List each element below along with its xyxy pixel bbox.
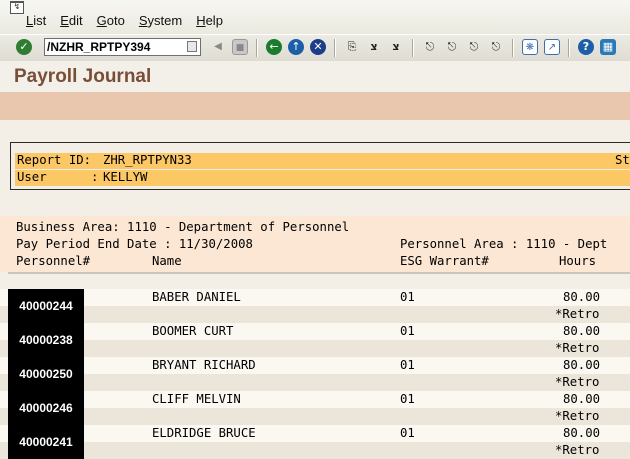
column-header-band: Business Area: 1110 - Department of Pers… <box>0 216 630 272</box>
hours-value: 80.00 <box>563 324 601 338</box>
menu-list[interactable]: List <box>26 13 46 28</box>
application-toolbar <box>0 92 630 120</box>
create-session-icon[interactable]: ❋ <box>522 39 538 55</box>
personnel-number[interactable]: 40000246 <box>8 391 84 425</box>
retro-note: *Retro <box>555 375 600 389</box>
row-line <box>0 306 630 323</box>
row-line <box>0 425 630 442</box>
employee-name: BRYANT RICHARD <box>152 358 256 372</box>
employee-name: BABER DANIEL <box>152 290 241 304</box>
report-id-row: Report ID: ZHR_RPTPYN33 St <box>15 153 630 169</box>
first-page-icon[interactable]: ⎋ <box>422 39 438 55</box>
table-row[interactable]: 40000238 BOOMER CURT 01 80.00 *Retro <box>0 323 630 357</box>
row-line <box>0 323 630 340</box>
menu-bar: ↯ List Edit Goto System Help <box>0 0 630 34</box>
report-id-label: Report ID: <box>17 153 92 167</box>
customize-layout-icon[interactable]: ▦ <box>600 39 616 55</box>
shortcut-icon[interactable]: ↗ <box>544 39 560 55</box>
row-line <box>0 374 630 391</box>
row-line <box>0 391 630 408</box>
personnel-number[interactable]: 40000244 <box>8 289 84 323</box>
hours-value: 80.00 <box>563 426 601 440</box>
personnel-number[interactable]: 40000250 <box>8 357 84 391</box>
toolbar-separator <box>512 39 514 57</box>
hours-value: 80.00 <box>563 358 601 372</box>
retro-note: *Retro <box>555 443 600 457</box>
employee-name: CLIFF MELVIN <box>152 392 241 406</box>
print-icon[interactable]: ⎘ <box>344 39 360 55</box>
enter-icon[interactable]: ✓ <box>16 39 32 55</box>
last-page-icon[interactable]: ⎋ <box>488 39 504 55</box>
toolbar-separator <box>412 39 414 57</box>
user-label: User : <box>17 170 99 184</box>
personnel-number[interactable]: 40000241 <box>8 425 84 459</box>
menu-edit[interactable]: Edit <box>60 13 82 28</box>
business-area: Business Area: 1110 - Department of Pers… <box>16 220 350 234</box>
user-row: User : KELLYW <box>15 170 630 186</box>
esg-warrant: 01 <box>400 392 415 406</box>
menu-goto[interactable]: Goto <box>97 13 125 28</box>
row-line <box>0 289 630 306</box>
personnel-number[interactable]: 40000238 <box>8 323 84 357</box>
table-row[interactable]: 40000244 BABER DANIEL 01 80.00 *Retro <box>0 289 630 323</box>
col-name: Name <box>152 254 182 268</box>
esg-warrant: 01 <box>400 426 415 440</box>
report-header-box: Report ID: ZHR_RPTPYN33 St User : KELLYW <box>10 142 630 190</box>
report-list: Report ID: ZHR_RPTPYN33 St User : KELLYW… <box>0 120 630 459</box>
personnel-area: Personnel Area : 1110 - Dept <box>400 237 608 251</box>
menu-system[interactable]: System <box>139 13 182 28</box>
user-value: KELLYW <box>103 170 148 184</box>
row-line <box>0 340 630 357</box>
save-icon[interactable]: ■ <box>232 39 248 55</box>
retro-note: *Retro <box>555 409 600 423</box>
exit-icon[interactable]: ↑ <box>288 39 304 55</box>
back-nav-icon[interactable]: ← <box>266 39 282 55</box>
retro-note: *Retro <box>555 341 600 355</box>
report-id-value: ZHR_RPTPYN33 <box>103 153 192 167</box>
standard-toolbar: ✓ ◀ ■ ← ↑ ✕ ⎘ צ צ ⎋ ⎋ ⎋ ⎋ ❋ ↗ ? ▦ <box>0 34 630 62</box>
command-field[interactable] <box>44 38 201 56</box>
toolbar-separator <box>334 39 336 57</box>
command-history-icon[interactable] <box>187 41 197 52</box>
esg-warrant: 01 <box>400 290 415 304</box>
cancel-icon[interactable]: ✕ <box>310 39 326 55</box>
help-icon[interactable]: ? <box>578 39 594 55</box>
header-divider <box>8 272 630 274</box>
toolbar-separator <box>568 39 570 57</box>
col-personnel: Personnel# <box>16 254 91 268</box>
esg-warrant: 01 <box>400 324 415 338</box>
next-page-icon[interactable]: ⎋ <box>466 39 482 55</box>
toolbar-separator <box>256 39 258 57</box>
menu-items: List Edit Goto System Help <box>26 13 237 28</box>
col-hours: Hours <box>559 254 597 268</box>
report-id-trail: St <box>615 153 630 167</box>
back-arrow-icon[interactable]: ◀ <box>210 39 226 55</box>
row-line <box>0 357 630 374</box>
system-menu-icon[interactable]: ↯ <box>10 1 24 14</box>
menu-help[interactable]: Help <box>196 13 223 28</box>
hours-value: 80.00 <box>563 392 601 406</box>
table-row[interactable]: 40000250 BRYANT RICHARD 01 80.00 *Retro <box>0 357 630 391</box>
esg-warrant: 01 <box>400 358 415 372</box>
row-line <box>0 442 630 459</box>
prev-page-icon[interactable]: ⎋ <box>444 39 460 55</box>
title-bar: Payroll Journal <box>0 61 630 93</box>
pay-period: Pay Period End Date : 11/30/2008 <box>16 237 253 251</box>
retro-note: *Retro <box>555 307 600 321</box>
employee-name: BOOMER CURT <box>152 324 234 338</box>
table-row[interactable]: 40000246 CLIFF MELVIN 01 80.00 *Retro <box>0 391 630 425</box>
hours-value: 80.00 <box>563 290 601 304</box>
find-icon[interactable]: צ <box>366 39 382 55</box>
find-next-icon[interactable]: צ <box>388 39 404 55</box>
employee-name: ELDRIDGE BRUCE <box>152 426 256 440</box>
col-esg-warrant: ESG Warrant# <box>400 254 489 268</box>
table-row[interactable]: 40000241 ELDRIDGE BRUCE 01 80.00 *Retro <box>0 425 630 459</box>
command-input[interactable] <box>47 39 179 55</box>
page-title: Payroll Journal <box>14 66 152 87</box>
row-line <box>0 408 630 425</box>
